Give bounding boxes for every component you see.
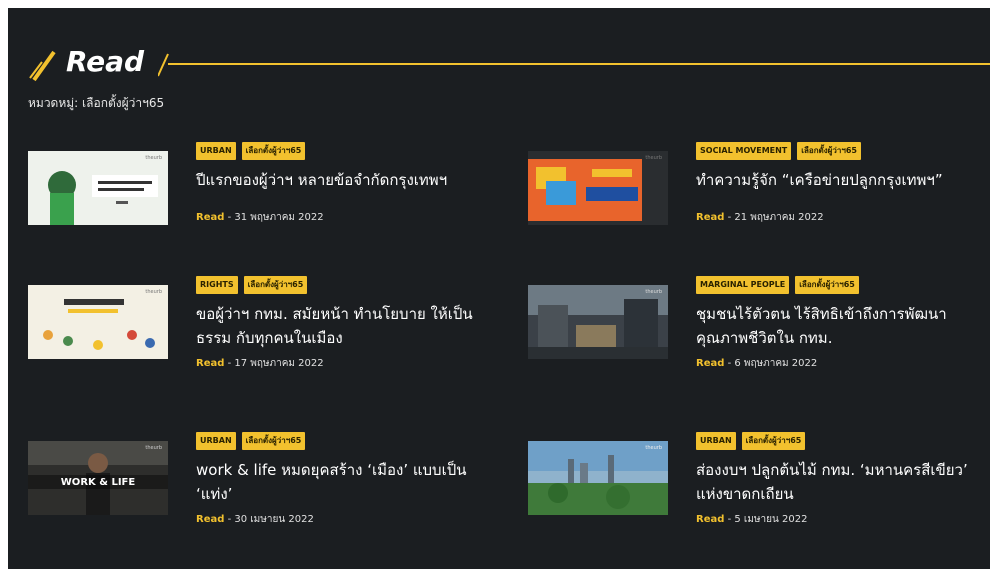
tag-badge[interactable]: เลือกตั้งผู้ว่าฯ65 — [243, 276, 308, 294]
article-card[interactable]: theurb RIGHTS เลือกตั้งผู้ว่าฯ65 ขอผู้ว่า… — [28, 272, 498, 392]
article-date: 31 พฤษภาคม 2022 — [234, 212, 324, 223]
slash-decoration-icon — [29, 50, 56, 82]
meta-separator: - — [724, 212, 735, 223]
tag-badge[interactable]: เลือกตั้งผู้ว่าฯ65 — [241, 432, 306, 450]
svg-text:theurb: theurb — [145, 445, 162, 451]
article-meta: Read - 31 พฤษภาคม 2022 — [196, 210, 324, 225]
tag-list: URBAN เลือกตั้งผู้ว่าฯ65 — [696, 428, 811, 450]
article-title[interactable]: work & life หมดยุคสร้าง ‘เมือง’ แบบเป็น … — [196, 458, 496, 506]
article-card[interactable]: theurb SOCIAL MOVEMENT เลือกตั้งผู้ว่าฯ65… — [528, 138, 990, 258]
article-title[interactable]: ปีแรกของผู้ว่าฯ หลายข้อจำกัดกรุงเทพฯ — [196, 168, 496, 192]
article-title[interactable]: ชุมชนไร้ตัวตน ไร้สิทธิเข้าถึงการพัฒนาคุณ… — [696, 302, 990, 350]
article-source[interactable]: Read — [196, 514, 224, 525]
tag-badge[interactable]: เลือกตั้งผู้ว่าฯ65 — [797, 142, 861, 160]
section-title: Read — [66, 45, 145, 78]
tag-badge[interactable]: RIGHTS — [196, 276, 238, 294]
tag-list: URBAN เลือกตั้งผู้ว่าฯ65 — [196, 428, 311, 450]
article-date: 21 พฤษภาคม 2022 — [734, 212, 824, 223]
article-source[interactable]: Read — [696, 514, 724, 525]
article-title[interactable]: ทำความรู้จัก “เครือข่ายปลูกกรุงเทพฯ” — [696, 168, 990, 192]
svg-text:theurb: theurb — [145, 155, 162, 161]
article-thumbnail[interactable]: theurb — [28, 151, 168, 225]
meta-separator: - — [224, 358, 235, 369]
article-source[interactable]: Read — [196, 212, 224, 223]
tag-badge[interactable]: เลือกตั้งผู้ว่าฯ65 — [795, 276, 859, 294]
section-header: Read — [28, 44, 990, 84]
tag-badge[interactable]: URBAN — [196, 142, 236, 160]
article-thumbnail[interactable]: theurb — [528, 285, 668, 359]
meta-separator: - — [224, 514, 235, 525]
meta-separator: - — [724, 358, 735, 369]
tag-badge[interactable]: URBAN — [696, 432, 736, 450]
tag-list: MARGINAL PEOPLE เลือกตั้งผู้ว่าฯ65 — [696, 272, 865, 294]
read-section: Read หมวดหมู่: เลือกตั้งผู้ว่าฯ65 theurb… — [8, 8, 990, 569]
svg-text:WORK & LIFE: WORK & LIFE — [61, 477, 136, 488]
svg-text:theurb: theurb — [645, 445, 662, 451]
tag-list: URBAN เลือกตั้งผู้ว่าฯ65 — [196, 138, 311, 160]
article-title[interactable]: ขอผู้ว่าฯ กทม. สมัยหน้า ทำนโยบาย ให้เป็น… — [196, 302, 496, 350]
article-date: 5 เมษายน 2022 — [734, 514, 808, 525]
article-thumbnail[interactable]: theurb — [28, 285, 168, 359]
category-label: หมวดหมู่: เลือกตั้งผู้ว่าฯ65 — [28, 96, 165, 110]
header-underline-icon — [158, 53, 990, 77]
article-source[interactable]: Read — [196, 358, 224, 369]
article-date: 6 พฤษภาคม 2022 — [734, 358, 818, 369]
article-thumbnail[interactable]: theurb — [528, 441, 668, 515]
article-thumbnail[interactable]: WORK & LIFE theurb — [28, 441, 168, 515]
article-date: 30 เมษายน 2022 — [234, 514, 314, 525]
article-card[interactable]: theurb URBAN เลือกตั้งผู้ว่าฯ65 ส่องงบฯ ป… — [528, 428, 990, 548]
meta-separator: - — [224, 212, 235, 223]
article-card[interactable]: theurb URBAN เลือกตั้งผู้ว่าฯ65 ปีแรกของผ… — [28, 138, 498, 258]
tag-badge[interactable]: เลือกตั้งผู้ว่าฯ65 — [241, 142, 306, 160]
article-date: 17 พฤษภาคม 2022 — [234, 358, 324, 369]
tag-badge[interactable]: เลือกตั้งผู้ว่าฯ65 — [741, 432, 806, 450]
article-meta: Read - 21 พฤษภาคม 2022 — [696, 210, 824, 225]
tag-badge[interactable]: MARGINAL PEOPLE — [696, 276, 790, 294]
article-meta: Read - 5 เมษายน 2022 — [696, 512, 807, 527]
article-thumbnail[interactable]: theurb — [528, 151, 668, 225]
svg-text:theurb: theurb — [645, 289, 662, 295]
article-source[interactable]: Read — [696, 358, 724, 369]
svg-text:theurb: theurb — [645, 155, 662, 161]
article-card[interactable]: WORK & LIFE theurb URBAN เลือกตั้งผู้ว่าฯ… — [28, 428, 498, 548]
tag-badge[interactable]: URBAN — [196, 432, 236, 450]
article-card[interactable]: theurb MARGINAL PEOPLE เลือกตั้งผู้ว่าฯ65… — [528, 272, 990, 392]
tag-list: SOCIAL MOVEMENT เลือกตั้งผู้ว่าฯ65 — [696, 138, 867, 160]
article-meta: Read - 30 เมษายน 2022 — [196, 512, 314, 527]
meta-separator: - — [724, 514, 735, 525]
tag-list: RIGHTS เลือกตั้งผู้ว่าฯ65 — [196, 272, 313, 294]
tag-badge[interactable]: SOCIAL MOVEMENT — [696, 142, 792, 160]
article-title[interactable]: ส่องงบฯ ปลูกต้นไม้ กทม. ‘มหานครสีเขียว’ … — [696, 458, 990, 506]
article-meta: Read - 6 พฤษภาคม 2022 — [696, 356, 817, 371]
svg-text:theurb: theurb — [145, 289, 162, 295]
article-meta: Read - 17 พฤษภาคม 2022 — [196, 356, 324, 371]
article-source[interactable]: Read — [696, 212, 724, 223]
